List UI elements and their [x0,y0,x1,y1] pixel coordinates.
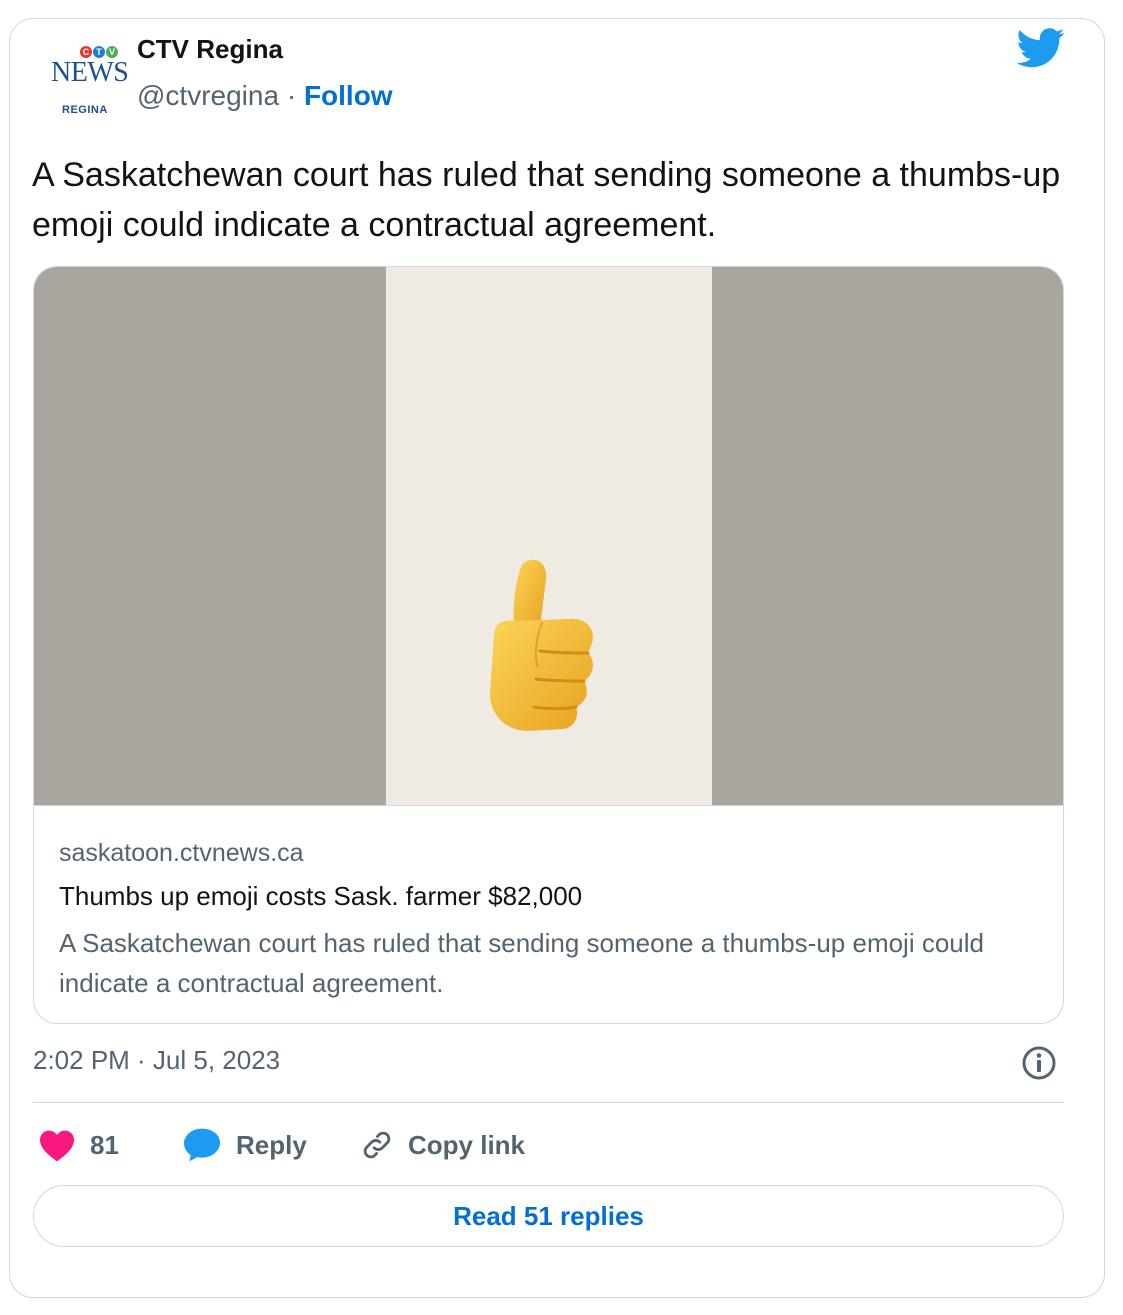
follow-button[interactable]: Follow [304,80,393,111]
read-replies-button[interactable]: Read 51 replies [33,1185,1064,1247]
copy-link-button[interactable]: Copy link [360,1125,525,1165]
info-icon[interactable] [1020,1044,1058,1082]
read-replies-label: Read 51 replies [453,1200,644,1231]
author-name[interactable]: CTV Regina [137,34,283,65]
card-image-center-panel [386,267,712,805]
tweet-timestamp[interactable]: 2:02 PM · Jul 5, 2023 [33,1045,280,1076]
card-divider [34,805,1063,806]
like-button[interactable]: 81 [38,1125,119,1165]
link-preview-card[interactable]: saskatoon.ctvnews.ca Thumbs up emoji cos… [33,266,1064,1024]
reply-label: Reply [236,1129,307,1160]
card-image [34,267,1063,805]
reply-button[interactable]: Reply [182,1125,307,1165]
handle-separator: · [279,80,304,111]
twitter-bird-icon[interactable] [1017,28,1065,68]
author-handle[interactable]: @ctvregina [137,80,279,111]
author-handle-line: @ctvregina · Follow [137,80,393,112]
heart-icon [40,1130,74,1162]
tweet-text: A Saskatchewan court has ruled that send… [32,156,1061,244]
card-title: Thumbs up emoji costs Sask. farmer $82,0… [59,881,583,911]
logo-wordmark: NEWS [51,57,129,88]
copy-link-label: Copy link [408,1129,526,1160]
avatar[interactable]: C T V NEWS REGINA [40,46,130,126]
logo-subtitle: REGINA [62,104,108,116]
card-domain: saskatoon.ctvnews.ca [59,839,304,867]
speech-bubble-icon [184,1128,220,1162]
card-description: A Saskatchewan court has ruled that send… [59,928,984,998]
actions-divider [33,1102,1064,1103]
link-icon [363,1131,391,1159]
like-count: 81 [90,1129,119,1160]
thumbs-up-emoji-icon [490,559,593,731]
